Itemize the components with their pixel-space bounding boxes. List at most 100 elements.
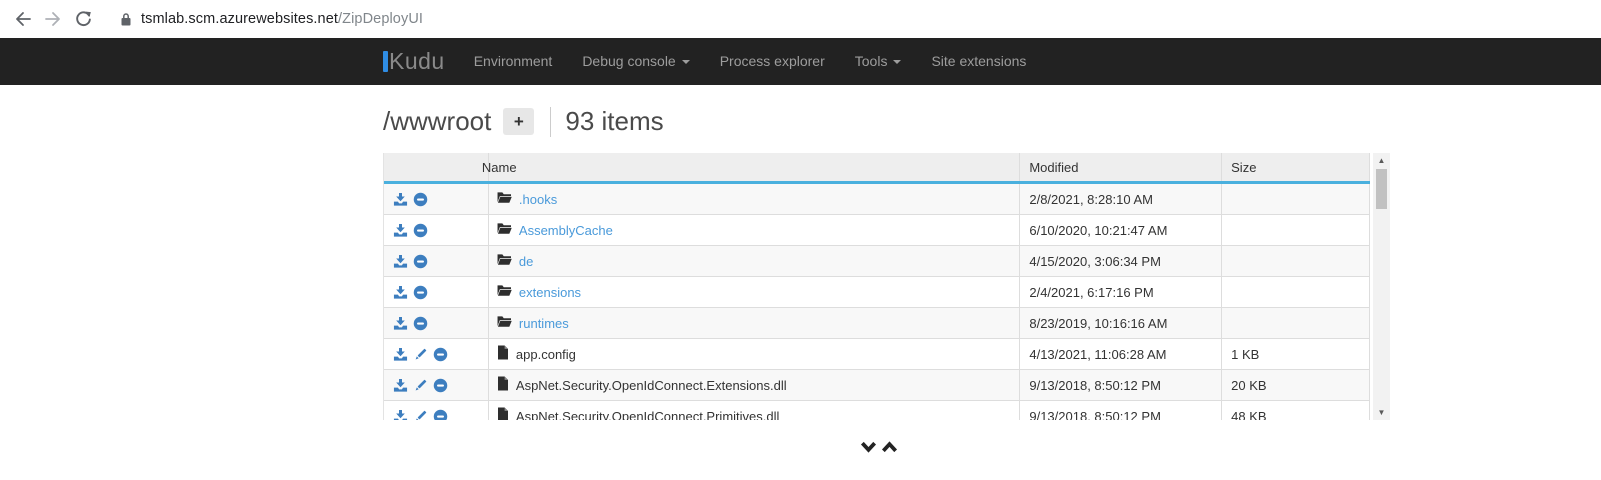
edit-button[interactable]	[413, 378, 428, 393]
name-column-header: Name	[489, 153, 1020, 181]
delete-button[interactable]	[413, 223, 428, 238]
edit-button[interactable]	[413, 409, 428, 421]
modified-cell: 6/10/2020, 10:21:47 AM	[1020, 215, 1222, 245]
size-cell	[1222, 246, 1370, 276]
download-icon	[393, 409, 408, 421]
file-icon	[497, 376, 509, 394]
nav-item-environment[interactable]: Environment	[459, 38, 568, 85]
item-name[interactable]: de	[519, 254, 533, 269]
download-button[interactable]	[393, 223, 408, 238]
scroll-down-arrow[interactable]: ▼	[1373, 405, 1390, 420]
download-button[interactable]	[393, 316, 408, 331]
directory-heading: /wwwroot + 93 items	[383, 106, 664, 137]
address-bar[interactable]: tsmlab.scm.azurewebsites.net/ZipDeployUI	[120, 4, 1601, 34]
download-button[interactable]	[393, 285, 408, 300]
new-item-button[interactable]: +	[503, 108, 534, 135]
modified-column-header: Modified	[1020, 153, 1222, 181]
download-button[interactable]	[393, 347, 408, 362]
scroll-up-arrow[interactable]: ▲	[1373, 153, 1390, 168]
size-cell	[1222, 308, 1370, 338]
table-scrollbar[interactable]: ▲ ▼	[1373, 153, 1390, 420]
items-count: 93 items	[565, 106, 663, 137]
download-button[interactable]	[393, 192, 408, 207]
folder-icon	[497, 315, 512, 331]
modified-cell: 8/23/2019, 10:16:16 AM	[1020, 308, 1222, 338]
delete-button[interactable]	[413, 254, 428, 269]
download-icon	[393, 254, 408, 269]
item-name[interactable]: AssemblyCache	[519, 223, 613, 238]
nav-item-tools[interactable]: Tools	[840, 38, 917, 85]
item-name[interactable]: runtimes	[519, 316, 569, 331]
download-button[interactable]	[393, 409, 408, 421]
file-icon	[497, 345, 509, 363]
ban-icon	[433, 347, 448, 362]
delete-button[interactable]	[413, 285, 428, 300]
ban-icon	[413, 223, 428, 238]
ban-icon	[433, 378, 448, 393]
chevron-down-icon	[893, 60, 901, 64]
item-name[interactable]: .hooks	[519, 192, 557, 207]
file-table: Name Modified Size	[383, 153, 1370, 420]
table-row: de 4/15/2020, 3:06:34 PM	[384, 246, 1370, 277]
nav-item-debug-console[interactable]: Debug console	[567, 38, 704, 85]
actions-column-header	[384, 153, 489, 181]
size-cell	[1222, 184, 1370, 214]
delete-button[interactable]	[433, 409, 448, 421]
download-button[interactable]	[393, 254, 408, 269]
reload-icon	[75, 11, 92, 28]
item-name[interactable]: extensions	[519, 285, 581, 300]
delete-button[interactable]	[433, 378, 448, 393]
folder-icon	[497, 191, 512, 207]
delete-button[interactable]	[413, 316, 428, 331]
chevron-up-button[interactable]	[881, 440, 898, 454]
scrollbar-thumb[interactable]	[1376, 169, 1387, 209]
chevron-up-icon	[881, 440, 898, 454]
heading-divider	[550, 107, 551, 137]
kudu-logo-bar	[383, 51, 388, 72]
ban-icon	[433, 409, 448, 421]
size-cell	[1222, 215, 1370, 245]
ban-icon	[413, 316, 428, 331]
back-button[interactable]	[8, 4, 38, 34]
item-name[interactable]: AspNet.Security.OpenIdConnect.Extensions…	[516, 378, 787, 393]
forward-icon	[44, 11, 62, 27]
download-icon	[393, 347, 408, 362]
forward-button[interactable]	[38, 4, 68, 34]
kudu-logo-text: Kudu	[389, 48, 445, 75]
ban-icon	[413, 285, 428, 300]
size-cell	[1222, 277, 1370, 307]
folder-icon	[497, 284, 512, 300]
nav-item-process-explorer[interactable]: Process explorer	[705, 38, 840, 85]
folder-icon	[497, 222, 512, 238]
nav-item-site-extensions[interactable]: Site extensions	[916, 38, 1041, 85]
download-button[interactable]	[393, 378, 408, 393]
modified-cell: 4/13/2021, 11:06:28 AM	[1020, 339, 1222, 369]
download-icon	[393, 378, 408, 393]
delete-button[interactable]	[433, 347, 448, 362]
chevron-down-button[interactable]	[860, 440, 877, 454]
edit-button[interactable]	[413, 347, 428, 362]
size-column-header: Size	[1222, 153, 1370, 181]
modified-cell: 2/4/2021, 6:17:16 PM	[1020, 277, 1222, 307]
lock-icon	[120, 12, 132, 27]
pencil-icon	[413, 409, 428, 421]
download-icon	[393, 285, 408, 300]
delete-button[interactable]	[413, 192, 428, 207]
download-icon	[393, 192, 408, 207]
modified-cell: 9/13/2018, 8:50:12 PM	[1020, 370, 1222, 400]
kudu-navbar: Kudu Environment Debug console Process e…	[0, 38, 1601, 85]
reload-button[interactable]	[68, 4, 98, 34]
kudu-logo[interactable]: Kudu	[383, 48, 445, 75]
item-name[interactable]: AspNet.Security.OpenIdConnect.Primitives…	[516, 409, 779, 421]
modified-cell: 9/13/2018, 8:50:12 PM	[1020, 401, 1222, 420]
file-browser: Name Modified Size	[383, 153, 1390, 420]
modified-cell: 2/8/2021, 8:28:10 AM	[1020, 184, 1222, 214]
size-cell: 20 KB	[1222, 370, 1370, 400]
file-table-header: Name Modified Size	[384, 153, 1370, 184]
back-icon	[14, 11, 32, 27]
download-icon	[393, 316, 408, 331]
chevron-down-icon	[682, 60, 690, 64]
item-name[interactable]: app.config	[516, 347, 576, 362]
folder-icon	[497, 253, 512, 269]
modified-cell: 4/15/2020, 3:06:34 PM	[1020, 246, 1222, 276]
